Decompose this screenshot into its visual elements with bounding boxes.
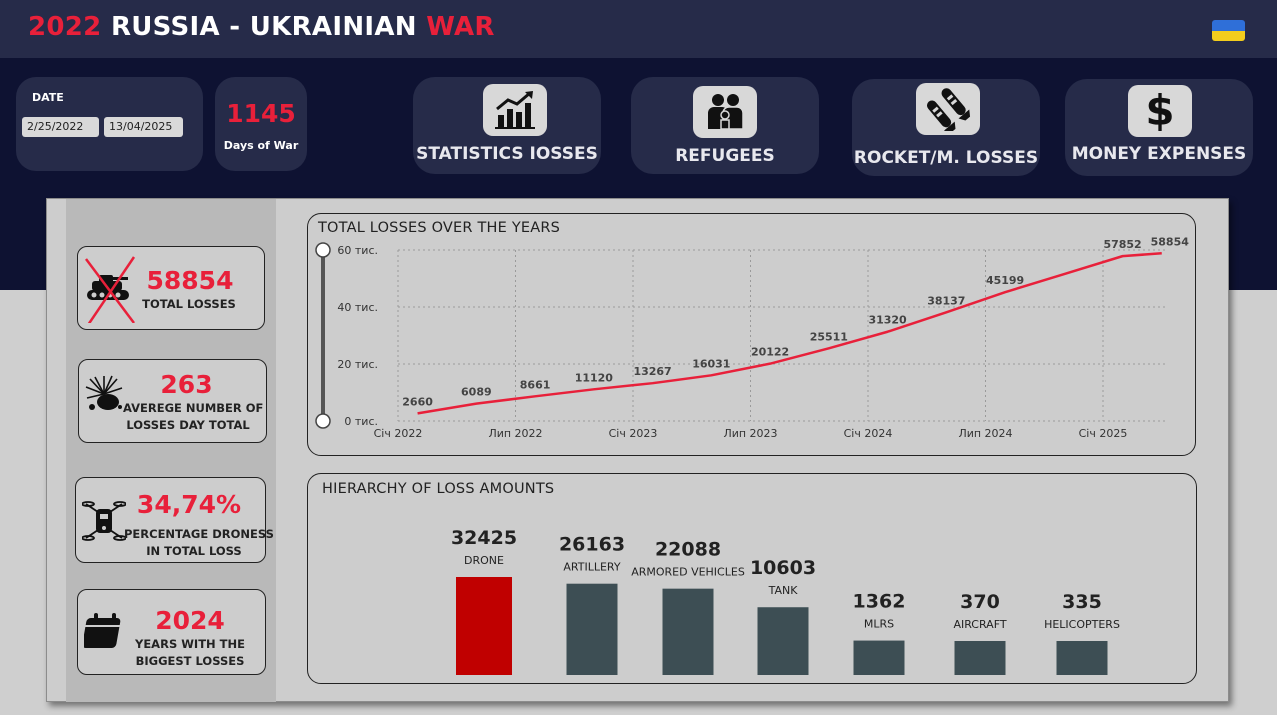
kpi-value: 2024 [155,606,225,635]
x-tick-label: Січ 2025 [1079,427,1128,440]
title-war: WAR [426,12,495,42]
bar-category-label: DRONE [464,554,504,567]
line-data-label: 20122 [751,346,789,359]
line-data-label: 25511 [810,330,848,343]
line-data-label: 57852 [1103,238,1141,251]
nav-label: ROCKET/M. LOSSES [853,148,1039,168]
days-of-war-value: 1145 [226,99,296,128]
kpi-label-line1: AVEREGE NUMBER OF [123,401,264,415]
y-tick-label: 40 тис. [337,301,378,314]
line-data-label: 13267 [633,365,671,378]
line-data-label: 11120 [575,371,614,384]
bar-category-label: AIRCRAFT [953,618,1006,631]
nav-button-rocket-losses[interactable]: ROCKET/M. LOSSES [852,79,1040,176]
days-of-war-card: 1145 Days of War [215,77,307,171]
nav-button-refugees[interactable]: REFUGEES [631,77,819,174]
bar-drone [456,577,512,675]
bar-value-label: 335 [1062,591,1102,613]
bar-mlrs [853,640,905,675]
kpi-label: TOTAL LOSSES [142,297,236,311]
line-data-label: 38137 [927,294,965,307]
dollar-icon: $ [1128,85,1192,137]
bar-value-label: 26163 [559,534,625,556]
page-title: 2022 RUSSIA - UKRAINIAN WAR [28,12,495,42]
bar-chart-icon [483,84,547,136]
bar-category-label: ARMORED VEHICLES [631,566,745,579]
line-chart-card: TOTAL LOSSES OVER THE YEARS 0 тис. 20 тис… [307,213,1196,456]
y-tick-label: 60 тис. [337,244,378,257]
bar-value-label: 10603 [750,557,816,579]
nav-button-statistics-losses[interactable]: STATISTICS IOSSES [413,77,601,174]
header-bar: 2022 RUSSIA - UKRAINIAN WAR [0,0,1277,58]
kpi-value: 58854 [146,266,234,295]
bar-value-label: 22088 [655,539,721,561]
kpi-total-losses: 58854 TOTAL LOSSES [77,246,265,330]
range-slider-handle[interactable] [315,413,331,429]
line-data-label: 45199 [986,274,1024,287]
kpi-average-losses: 263 AVEREGE NUMBER OF LOSSES DAY TOTAL [78,359,267,443]
x-tick-label: Січ 2022 [374,427,423,440]
range-slider-handle[interactable] [315,242,331,258]
kpi-label-line2: IN TOTAL LOSS [146,544,242,558]
bar-category-label: HELICOPTERS [1044,618,1120,631]
kpi-label-line1: YEARS WITH THE [135,637,245,651]
bar-armored-vehicles [662,588,714,675]
bar-value-label: 1362 [853,591,906,613]
x-tick-label: Січ 2024 [844,427,893,440]
line-chart: 0 тис.20 тис.40 тис.60 тис.Січ 2022 Лип 2… [315,235,1190,440]
kpi-label-line2: LOSSES DAY TOTAL [126,418,250,432]
date-start-input[interactable]: 2/25/2022 [22,117,99,137]
x-tick-label: Січ 2023 [609,427,658,440]
date-label: DATE [32,91,64,104]
y-tick-label: 20 тис. [337,358,378,371]
people-icon [693,86,757,138]
bar-value-label: 370 [960,591,1000,613]
bar-chart-card: HIERARCHY OF LOSS AMOUNTS DRONE 32425 ARTI… [307,473,1197,684]
kpi-sidebar: 58854 TOTAL LOSSES 263 AVEREGE NUMBER OF… [66,199,276,702]
line-data-label: 2660 [402,395,433,408]
bar-value-label: 32425 [451,527,517,549]
crossed-tank-icon [82,251,138,327]
line-data-label: 16031 [692,357,730,370]
drone-icon [81,498,127,548]
x-tick-label: Лип 2022 [488,427,542,440]
kpi-drone-percentage: 34,74% PERCENTAGE DRONESS IN TOTAL LOSS [75,477,274,563]
kpi-label-line2: BIGGEST LOSSES [135,654,245,668]
kpi-value: 34,74% [136,490,242,519]
kpi-biggest-year: 2024 YEARS WITH THE BIGGEST LOSSES [77,589,266,675]
nav-label: STATISTICS IOSSES [416,144,598,164]
bar-tank [757,607,809,675]
kpi-label-line1: PERCENTAGE DRONESS [124,527,274,541]
days-of-war-label: Days of War [223,139,299,152]
date-filter-card: DATE 2/25/2022 13/04/2025 [16,77,203,171]
x-tick-label: Лип 2023 [723,427,777,440]
title-main: RUSSIA - UKRAINIAN [110,12,417,42]
explosion-icon [84,374,124,418]
bar-helicopters [1056,641,1108,675]
line-data-label: 58854 [1151,235,1190,248]
kpi-value: 263 [160,370,213,399]
bar-aircraft [954,641,1006,675]
nav-label: MONEY EXPENSES [1071,144,1247,164]
title-year: 2022 [28,12,102,42]
calendar-icon [82,612,128,656]
bar-category-label: ARTILLERY [563,561,620,574]
nav-button-money-expenses[interactable]: $ MONEY EXPENSES [1065,79,1253,176]
rocket-icon [916,83,980,135]
bar-category-label: TANK [768,584,799,597]
bar-chart: DRONE 32425 ARTILLERY 26163 ARMORED VEHICLES… [451,527,1120,675]
ukraine-flag-icon [1212,20,1245,41]
line-data-label: 31320 [868,314,907,327]
bar-artillery [566,583,618,675]
line-data-label: 8661 [520,378,551,391]
bar-category-label: MLRS [864,618,894,631]
line-data-label: 6089 [461,386,492,399]
date-end-input[interactable]: 13/04/2025 [104,117,183,137]
nav-label: REFUGEES [675,146,775,166]
main-panel: 58854 TOTAL LOSSES 263 AVEREGE NUMBER OF… [46,198,1229,702]
x-tick-label: Лип 2024 [958,427,1012,440]
